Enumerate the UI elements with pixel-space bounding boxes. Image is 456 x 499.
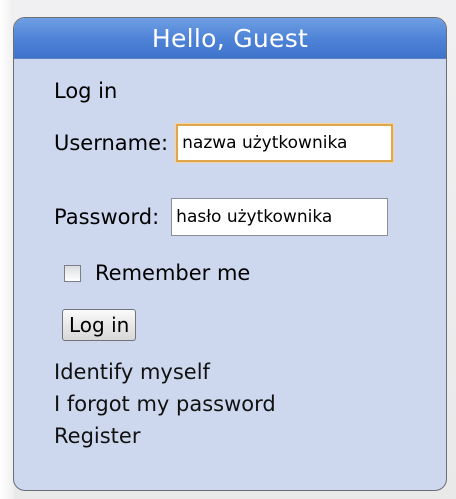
password-row: Password: xyxy=(54,198,389,236)
username-label: Username: xyxy=(54,131,169,155)
account-links: Identify myself I forgot my password Reg… xyxy=(54,356,276,452)
remember-me-label[interactable]: Remember me xyxy=(95,261,250,285)
forgot-password-link[interactable]: I forgot my password xyxy=(54,388,276,420)
login-panel: Hello, Guest Log in Username: Password: … xyxy=(13,17,447,491)
panel-header: Hello, Guest xyxy=(14,18,446,59)
remember-me-row[interactable]: Remember me xyxy=(64,261,250,285)
page: Hello, Guest Log in Username: Password: … xyxy=(0,0,456,499)
username-field[interactable] xyxy=(176,124,394,162)
login-button[interactable]: Log in xyxy=(62,309,137,341)
username-row: Username: xyxy=(54,124,394,162)
password-field[interactable] xyxy=(171,198,389,236)
register-link[interactable]: Register xyxy=(54,420,276,452)
panel-title: Hello, Guest xyxy=(151,23,309,53)
background-fade xyxy=(0,0,14,499)
login-heading: Log in xyxy=(54,79,118,103)
identify-myself-link[interactable]: Identify myself xyxy=(54,356,276,388)
remember-me-checkbox[interactable] xyxy=(64,264,81,282)
password-label: Password: xyxy=(54,205,160,229)
